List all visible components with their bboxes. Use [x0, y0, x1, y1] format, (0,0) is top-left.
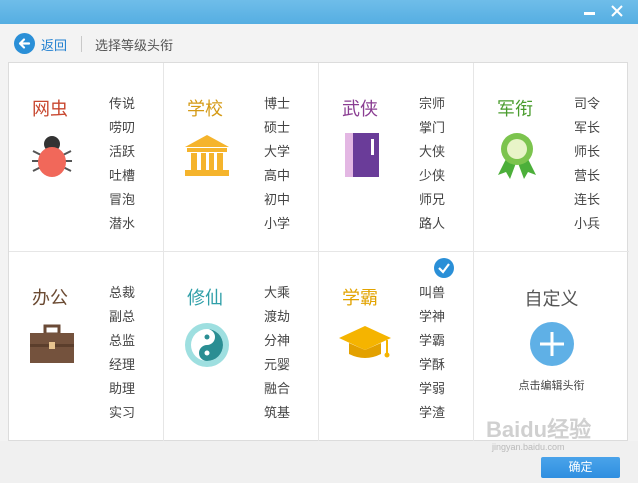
tag-option[interactable]: 师长 [574, 144, 600, 168]
back-link[interactable]: 返回 [41, 35, 67, 54]
category-title: 办公 [32, 288, 68, 309]
tag-option[interactable]: 司令 [574, 96, 600, 120]
tag-option[interactable]: 吐槽 [109, 168, 135, 192]
tag-list: 司令 军长 师长 营长 连长 小兵 [574, 96, 600, 240]
title-bar [0, 0, 638, 24]
tag-option[interactable]: 高中 [264, 168, 290, 192]
book-icon [337, 131, 387, 181]
tag-option[interactable]: 师兄 [419, 192, 445, 216]
tag-option[interactable]: 分神 [264, 333, 290, 357]
tag-option[interactable]: 学神 [419, 309, 445, 333]
briefcase-icon [27, 320, 77, 370]
tag-option[interactable]: 大学 [264, 144, 290, 168]
back-icon[interactable] [14, 33, 35, 54]
tag-option[interactable]: 实习 [109, 405, 135, 429]
tag-option[interactable]: 筑基 [264, 405, 290, 429]
tag-option[interactable]: 总监 [109, 333, 135, 357]
confirm-button[interactable]: 确定 [541, 457, 620, 478]
plus-icon [540, 332, 564, 356]
category-title: 武侠 [342, 99, 378, 120]
category-bangong: 办公 总裁 副总 总监 经理 助理 实习 [9, 252, 164, 441]
tag-option[interactable]: 小学 [264, 216, 290, 240]
tag-option[interactable]: 融合 [264, 381, 290, 405]
category-title: 学霸 [342, 288, 378, 309]
watermark: Baidu经验 [486, 417, 592, 442]
category-xueba: 学霸 叫兽 学神 学霸 学酥 学弱 学渣 [319, 252, 474, 441]
tag-option[interactable]: 军长 [574, 120, 600, 144]
tag-option[interactable]: 大乘 [264, 285, 290, 309]
category-junxian: 军衔 司令 军长 师长 营长 连长 小兵 [474, 63, 629, 252]
tag-option[interactable]: 唠叨 [109, 120, 135, 144]
toolbar: 返回 选择等级头衔 [0, 24, 638, 62]
category-title: 军衔 [497, 99, 533, 120]
tag-list: 宗师 掌门 大侠 少侠 师兄 路人 [419, 96, 445, 240]
tag-option[interactable]: 冒泡 [109, 192, 135, 216]
tag-option[interactable]: 掌门 [419, 120, 445, 144]
tag-option[interactable]: 学渣 [419, 405, 445, 429]
watermark-url: jingyan.baidu.com [492, 442, 565, 452]
tag-list: 博士 硕士 大学 高中 初中 小学 [264, 96, 290, 240]
tag-option[interactable]: 总裁 [109, 285, 135, 309]
close-button[interactable] [606, 2, 628, 20]
school-icon [182, 131, 232, 181]
tag-list: 叫兽 学神 学霸 学酥 学弱 学渣 [419, 285, 445, 429]
category-title: 学校 [187, 99, 223, 120]
tag-option[interactable]: 助理 [109, 381, 135, 405]
add-custom-button[interactable] [530, 322, 574, 366]
category-xuexiao: 学校 博士 硕士 大学 高中 初中 小学 [164, 63, 319, 252]
tag-option[interactable]: 宗师 [419, 96, 445, 120]
graduation-cap-icon [337, 320, 391, 370]
tag-option[interactable]: 初中 [264, 192, 290, 216]
minimize-button[interactable] [578, 2, 600, 20]
tag-option[interactable]: 叫兽 [419, 285, 445, 309]
tag-option[interactable]: 副总 [109, 309, 135, 333]
tag-option[interactable]: 小兵 [574, 216, 600, 240]
custom-title: 自定义 [524, 289, 579, 310]
tag-option[interactable]: 传说 [109, 96, 135, 120]
medal-icon [492, 131, 542, 181]
tag-option[interactable]: 潜水 [109, 216, 135, 240]
tag-option[interactable]: 学酥 [419, 357, 445, 381]
tag-option[interactable]: 营长 [574, 168, 600, 192]
category-title: 修仙 [187, 288, 223, 309]
tag-option[interactable]: 连长 [574, 192, 600, 216]
close-icon [611, 5, 623, 17]
edit-custom-title-link[interactable]: 点击编辑头衔 [474, 377, 629, 393]
category-title: 网虫 [32, 99, 68, 120]
tag-option[interactable]: 大侠 [419, 144, 445, 168]
tag-option[interactable]: 路人 [419, 216, 445, 240]
tag-option[interactable]: 学弱 [419, 381, 445, 405]
tag-option[interactable]: 元婴 [264, 357, 290, 381]
tag-option[interactable]: 博士 [264, 96, 290, 120]
tag-option[interactable]: 活跃 [109, 144, 135, 168]
page-title: 选择等级头衔 [95, 39, 174, 54]
tag-list: 总裁 副总 总监 经理 助理 实习 [109, 285, 135, 429]
toolbar-divider [81, 36, 82, 52]
tag-list: 大乘 渡劫 分神 元婴 融合 筑基 [264, 285, 290, 429]
tag-option[interactable]: 渡劫 [264, 309, 290, 333]
tag-option[interactable]: 学霸 [419, 333, 445, 357]
taiji-icon [182, 320, 232, 370]
category-xiuxian: 修仙 大乘 渡劫 分神 元婴 融合 筑基 [164, 252, 319, 441]
tag-option[interactable]: 少侠 [419, 168, 445, 192]
tag-option[interactable]: 硕士 [264, 120, 290, 144]
bug-icon [27, 131, 77, 181]
tag-option[interactable]: 经理 [109, 357, 135, 381]
selected-check-icon [434, 258, 454, 278]
category-wuxia: 武侠 宗师 掌门 大侠 少侠 师兄 路人 [319, 63, 474, 252]
tag-list: 传说 唠叨 活跃 吐槽 冒泡 潜水 [109, 96, 135, 240]
category-wangchong: 网虫 传说 唠叨 活跃 吐槽 冒泡 潜水 [9, 63, 164, 252]
minimize-icon [583, 12, 595, 15]
title-category-grid: 网虫 传说 唠叨 活跃 吐槽 冒泡 潜水 学校 博士 硕士 大学 高中 初中 小… [8, 62, 629, 441]
